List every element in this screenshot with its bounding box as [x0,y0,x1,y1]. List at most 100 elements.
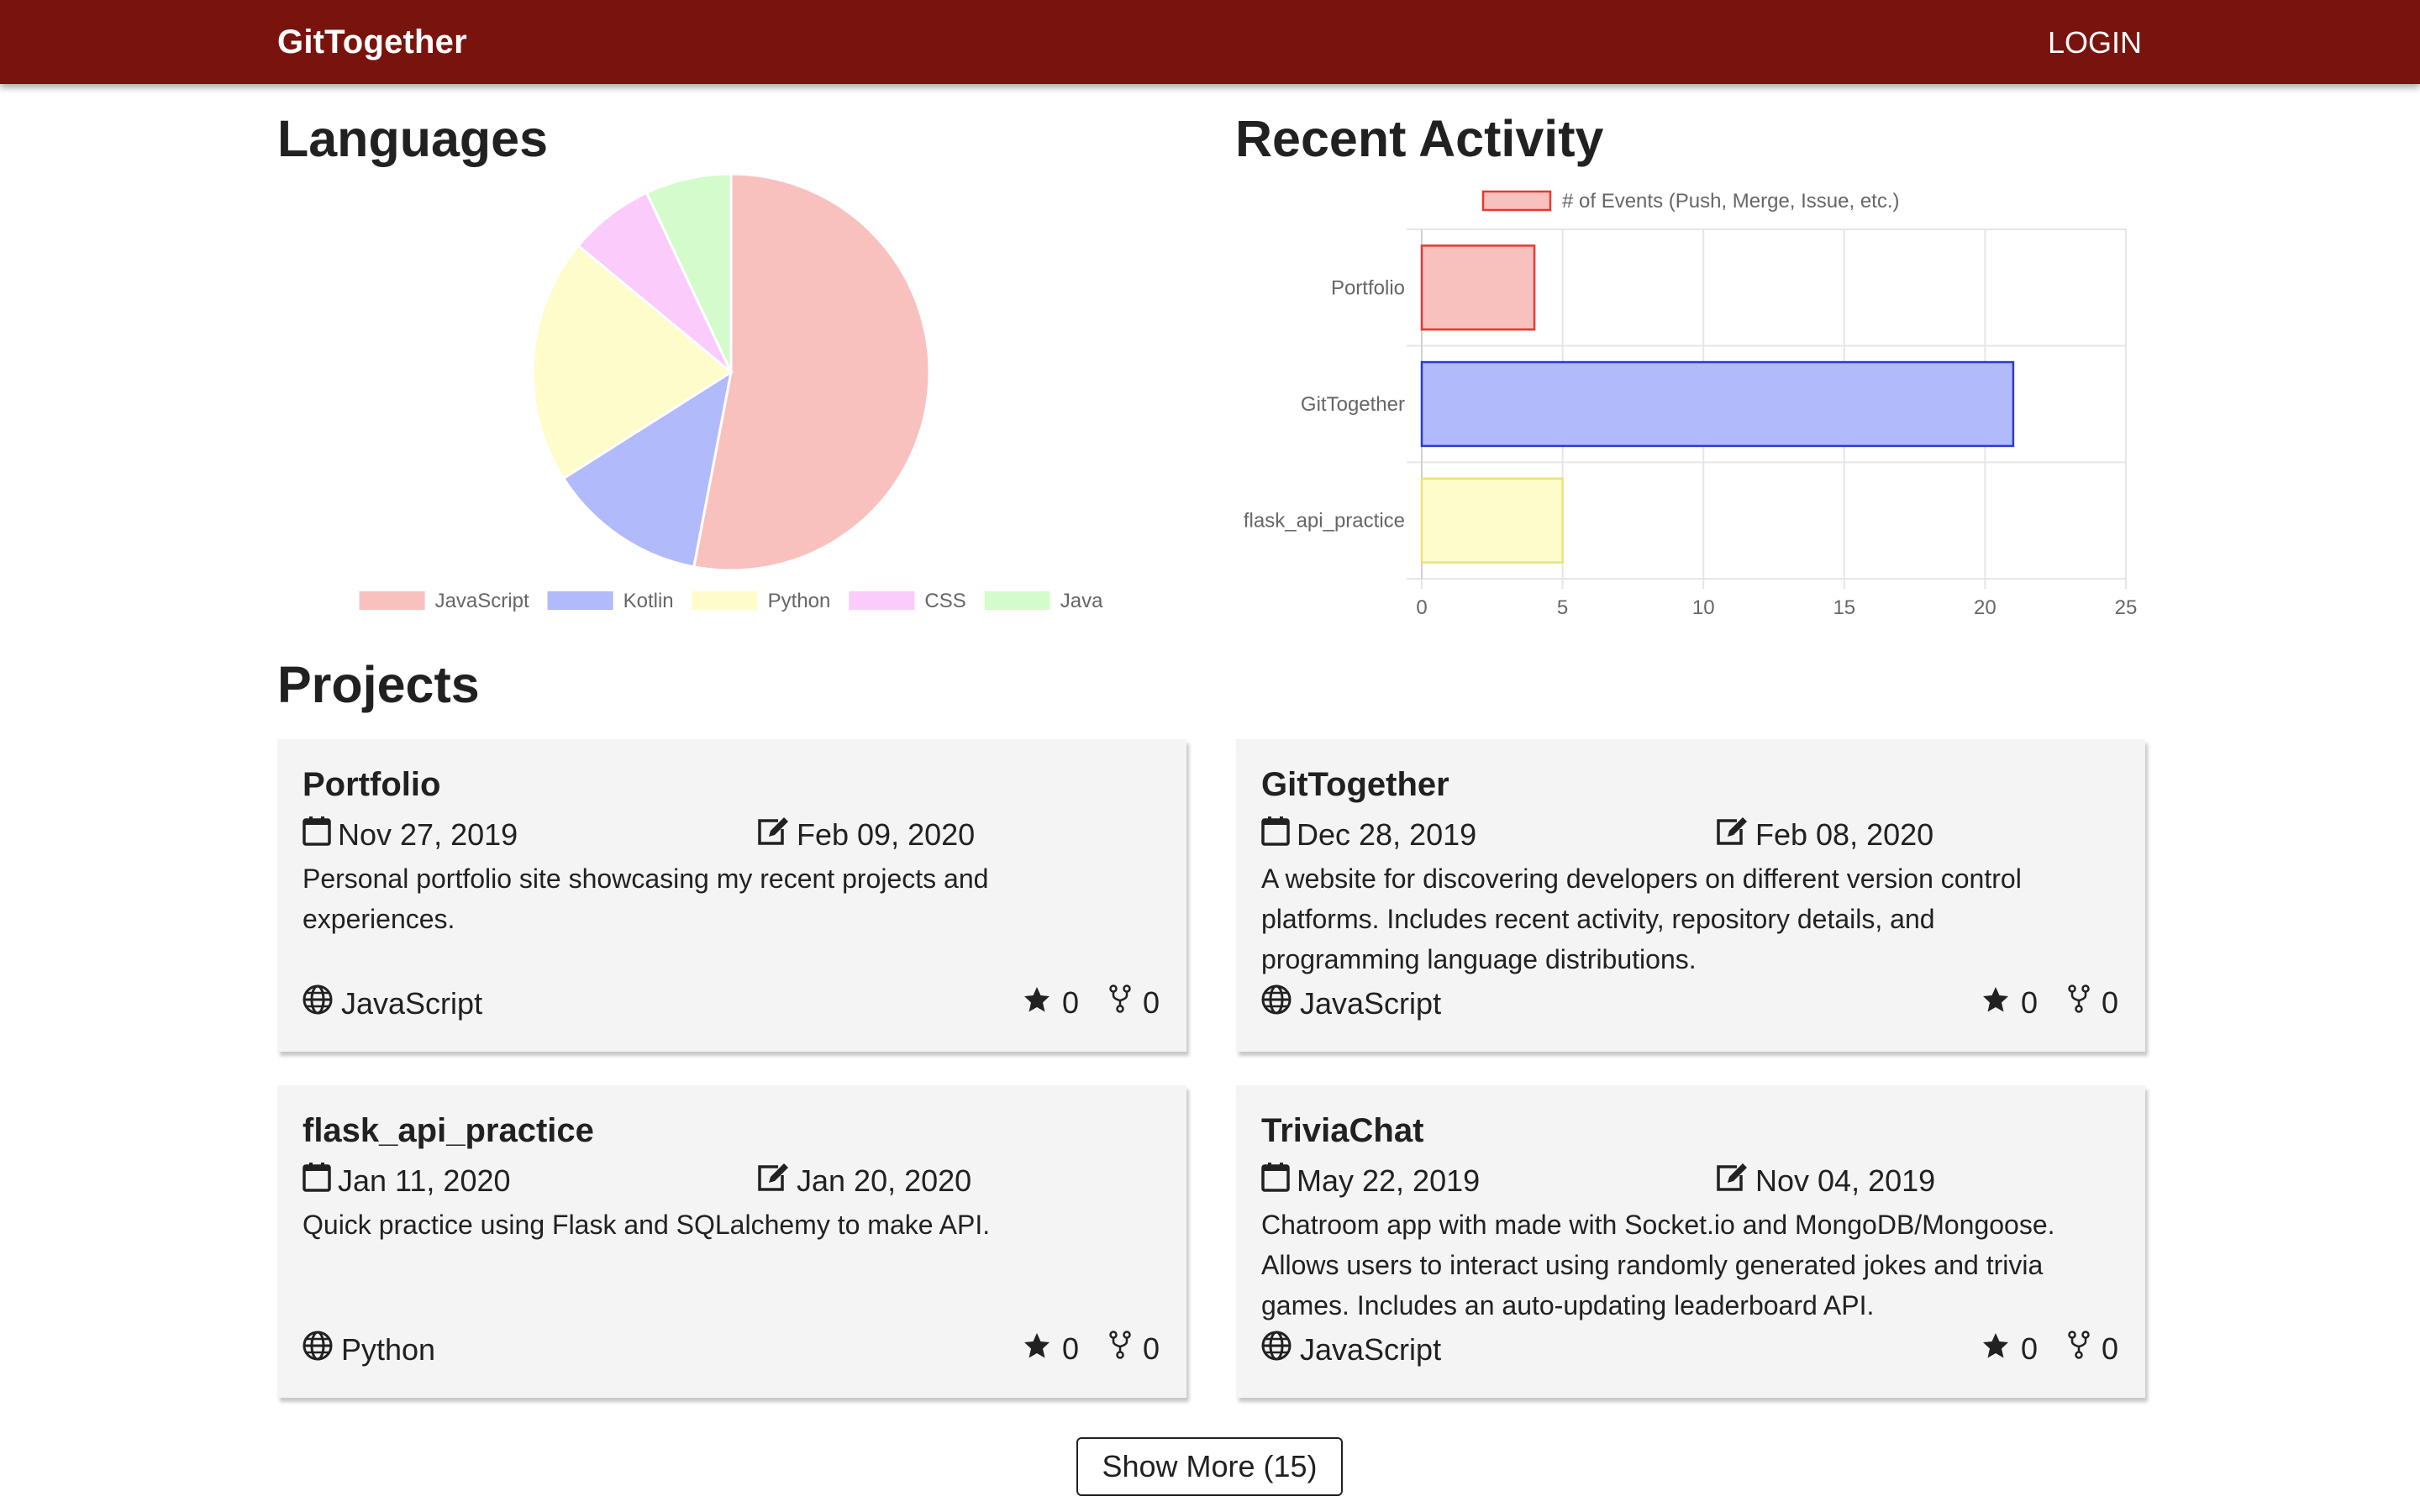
projects-heading: Projects [277,656,480,713]
bar-portfolio [1420,244,1536,331]
project-language: JavaScript [1261,984,1441,1022]
updated-date: Feb 08, 2020 [1715,816,1933,853]
navbar: GitTogether LOGIN [0,0,2420,84]
recent-activity-bar-chart: 0 5 10 15 20 25 Portfolio GitTogether flask_api_… [1244,190,2138,619]
y-tick-label: Portfolio [1331,276,1405,299]
edit-icon [1715,1162,1755,1200]
show-more-button[interactable]: Show More (15) [1076,1437,1343,1496]
stars-count: 0 [1023,985,1079,1021]
languages-heading: Languages [277,110,549,167]
legend-label-javascript: JavaScript [435,590,529,612]
bar-flask_api_practice [1420,477,1564,564]
project-dates: May 22, 2019 Nov 04, 2019 [1261,1162,2110,1199]
legend-swatch-kotlin [547,591,613,610]
created-date-text: Jan 11, 2020 [338,1163,511,1198]
recent-activity-heading: Recent Activity [1235,110,1604,167]
forks-count: 0 [1109,984,1160,1021]
x-tick-label: 20 [1974,596,1996,619]
project-stats: 0 0 [993,1331,1160,1367]
fork-icon [1109,1331,1143,1367]
forks-value: 0 [2101,1331,2118,1366]
globe-icon [302,984,341,1022]
project-language: JavaScript [1261,1331,1441,1368]
project-title[interactable]: TriviaChat [1261,1112,1423,1150]
forks-value: 0 [2101,984,2118,1020]
project-language: Python [302,1331,435,1368]
brand-logo[interactable]: GitTogether [277,24,467,61]
edit-icon [1715,816,1755,853]
legend-label-kotlin: Kotlin [623,590,674,612]
fork-icon [2068,984,2102,1021]
project-card[interactable]: Portfolio Nov 27, 2019 Feb 09, 2020 Pers… [277,739,1186,1052]
legend-swatch-javascript [359,591,425,610]
x-tick-label: 15 [1833,596,1855,619]
created-date-text: Dec 28, 2019 [1297,816,1477,852]
legend-swatch [1481,190,1552,212]
updated-date-text: Feb 09, 2020 [797,816,976,852]
project-footer: Python 0 0 [302,1331,1160,1368]
project-card[interactable]: TriviaChat May 22, 2019 Nov 04, 2019 Cha… [1236,1085,2145,1398]
forks-value: 0 [1142,1331,1160,1366]
project-stats: 0 0 [993,984,1160,1021]
project-language-text: JavaScript [341,985,483,1021]
login-link[interactable]: LOGIN [2048,25,2142,60]
calendar-icon [1261,1162,1297,1200]
fork-icon [2068,1331,2102,1367]
fork-icon [1109,984,1143,1021]
project-card[interactable]: flask_api_practice Jan 11, 2020 Jan 20, … [277,1085,1186,1398]
updated-date-text: Jan 20, 2020 [797,1163,972,1198]
project-title[interactable]: GitTogether [1261,766,1449,804]
legend-label-java: Java [1060,590,1103,612]
forks-value: 0 [1142,984,1160,1020]
project-dates: Nov 27, 2019 Feb 09, 2020 [302,816,1151,853]
star-icon [1982,1331,2021,1367]
forks-count: 0 [2068,1331,2118,1367]
stars-count: 0 [1982,985,2038,1021]
created-date: Nov 27, 2019 [302,816,518,853]
stars-count: 0 [1982,1331,2038,1367]
created-date-text: Nov 27, 2019 [338,816,518,852]
project-title[interactable]: flask_api_practice [302,1112,594,1150]
updated-date: Jan 20, 2020 [756,1162,971,1200]
star-icon [1023,985,1062,1021]
project-description: A website for discovering developers on … [1261,864,2022,974]
stars-value: 0 [2020,984,2038,1020]
stars-count: 0 [1023,1331,1079,1367]
globe-icon [302,1331,341,1368]
project-description: Quick practice using Flask and SQLalchem… [302,1210,991,1240]
created-date: Dec 28, 2019 [1261,816,1476,853]
legend-label-css: CSS [924,590,965,612]
project-stats: 0 0 [1952,1331,2118,1367]
created-date: Jan 11, 2020 [302,1162,511,1200]
created-date: May 22, 2019 [1261,1162,1480,1200]
edit-icon [756,1162,797,1200]
x-tick-label: 0 [1416,596,1427,619]
forks-count: 0 [1109,1331,1160,1367]
legend-label: # of Events (Push, Merge, Issue, etc.) [1562,190,1900,213]
legend-label-python: Python [768,590,831,612]
project-language-text: JavaScript [1300,985,1442,1021]
project-description: Chatroom app with made with Socket.io an… [1261,1210,2055,1320]
updated-date: Feb 09, 2020 [756,816,975,853]
stars-value: 0 [1061,984,1079,1020]
x-tick-label: 25 [2115,596,2138,619]
project-title[interactable]: Portfolio [302,766,440,804]
star-icon [1023,1331,1062,1367]
y-tick-label: flask_api_practice [1244,510,1405,533]
legend-swatch-python [692,591,758,610]
languages-pie-chart: JavaScript Kotlin Python CSS Java [359,172,1103,612]
x-tick-label: 10 [1692,596,1715,619]
calendar-icon [302,1162,338,1200]
project-footer: JavaScript 0 0 [1261,1331,2118,1368]
updated-date-text: Feb 08, 2020 [1755,816,1934,852]
project-dates: Dec 28, 2019 Feb 08, 2020 [1261,816,2110,853]
calendar-icon [302,816,338,853]
project-description: Personal portfolio site showcasing my re… [302,864,989,934]
project-footer: JavaScript 0 0 [1261,984,2118,1021]
project-footer: JavaScript 0 0 [302,984,1160,1021]
project-card[interactable]: GitTogether Dec 28, 2019 Feb 08, 2020 A … [1236,739,2145,1052]
updated-date-text: Nov 04, 2019 [1755,1163,1936,1198]
star-icon [1982,985,2021,1021]
project-language: JavaScript [302,984,482,1022]
created-date-text: May 22, 2019 [1297,1163,1481,1198]
